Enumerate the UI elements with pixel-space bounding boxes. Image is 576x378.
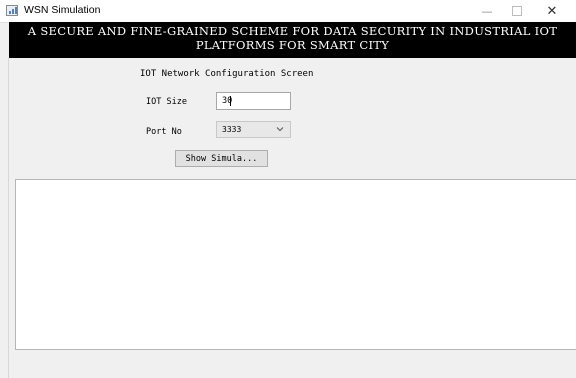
port-no-label: Port No — [146, 127, 182, 137]
maximize-button[interactable] — [502, 2, 532, 20]
output-text-area[interactable] — [15, 179, 576, 350]
screen-title: IOT Network Configuration Screen — [140, 69, 314, 79]
app-icon — [6, 5, 18, 16]
port-no-selected-value: 3333 — [222, 125, 242, 134]
show-simulation-button[interactable]: Show Simula... — [175, 150, 268, 167]
maximize-icon — [512, 6, 522, 16]
port-no-dropdown[interactable]: 3333 — [216, 121, 291, 138]
iot-size-label: IOT Size — [146, 97, 187, 107]
window-left-edge — [8, 58, 9, 378]
text-caret — [230, 96, 231, 106]
iot-size-input[interactable] — [216, 92, 291, 110]
header-banner: A SECURE AND FINE-GRAINED SCHEME FOR DAT… — [9, 22, 576, 58]
window-title: WSN Simulation — [24, 4, 101, 16]
banner-title-line-2: PLATFORMS FOR SMART CITY — [195, 37, 390, 52]
banner-title-line-1: A SECURE AND FINE-GRAINED SCHEME FOR DAT… — [27, 24, 558, 38]
chevron-down-icon — [276, 125, 284, 135]
title-bar: WSN Simulation — ✕ — [0, 0, 576, 23]
app-window: WSN Simulation — ✕ A SECURE AND FINE-GRA… — [0, 0, 576, 378]
minimize-button[interactable]: — — [472, 2, 502, 20]
close-button[interactable]: ✕ — [537, 2, 567, 20]
